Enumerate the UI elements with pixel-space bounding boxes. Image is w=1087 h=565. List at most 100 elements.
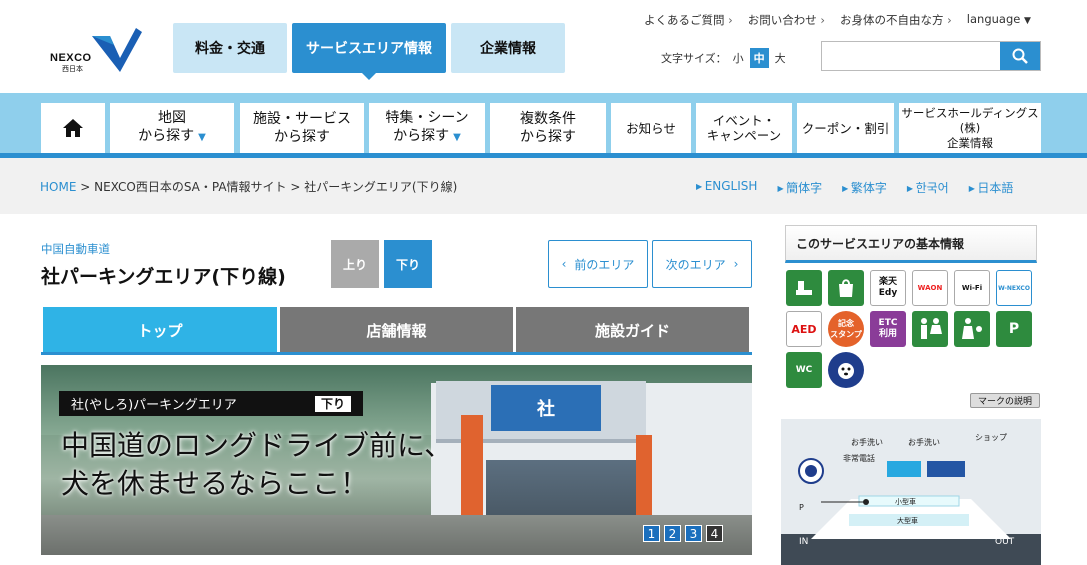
nav-feature-line1: 特集・シーン [385, 110, 469, 126]
tab-shop-info[interactable]: 店舗情報 [280, 307, 513, 353]
nav-home[interactable] [41, 103, 105, 153]
global-tab-fare[interactable]: 料金・交通 [173, 23, 287, 73]
prev-area-label: 前のエリア [574, 257, 635, 272]
nav-news[interactable]: お知らせ [611, 103, 691, 153]
hero-headline-line2: 犬を休ませるならここ！ [61, 467, 369, 500]
nav-holdings[interactable]: サービスホールディングス(株) 企業情報 [899, 103, 1041, 153]
direction-down-button[interactable]: 下り [384, 240, 432, 288]
map-label-large-car: 大型車 [897, 517, 918, 525]
aed-icon[interactable]: AED [786, 311, 822, 347]
next-area-button[interactable]: 次のエリア › [652, 240, 752, 288]
marks-explanation-button[interactable]: マークの説明 [970, 393, 1040, 408]
accessible-toilet-icon[interactable]: WC [786, 352, 822, 388]
shop-icon[interactable] [828, 270, 864, 306]
map-label-out: OUT [995, 537, 1015, 547]
baby-room-icon[interactable] [954, 311, 990, 347]
font-size-small[interactable]: 小 [733, 50, 744, 66]
nav-coupon-label: クーポン・割引 [801, 120, 890, 136]
wifi-icon[interactable]: Wi-Fi [954, 270, 990, 306]
nav-coupon[interactable]: クーポン・割引 [797, 103, 894, 153]
search-box [821, 41, 1041, 71]
nav-multi-line1: 複数条件 [520, 111, 576, 127]
nav-map-line2: から探す [138, 128, 195, 144]
road-name[interactable]: 中国自動車道 [41, 241, 110, 257]
logo-v-mark [92, 28, 142, 72]
tab-underline [41, 352, 752, 355]
nexco-logo[interactable]: NEXCO 西日本 [50, 26, 142, 74]
page-title: 社パーキングエリア(下り線) [41, 266, 286, 288]
lang-simplified[interactable]: 簡体字 [777, 179, 822, 196]
language-selector[interactable]: language ▼ [967, 12, 1031, 28]
nexco-wifi-icon[interactable]: W-NEXCO [996, 270, 1032, 306]
dog-run-icon[interactable] [828, 352, 864, 388]
map-label-phone: 非常電話 [843, 454, 875, 463]
next-area-label: 次のエリア [665, 257, 726, 272]
nav-multi-line2: から探す [520, 129, 576, 145]
slide-page-3[interactable]: 3 [685, 525, 702, 542]
waon-icon[interactable]: WAON [912, 270, 948, 306]
map-label-in: IN [799, 537, 809, 547]
logo-sub: 西日本 [62, 65, 83, 73]
slide-page-2[interactable]: 2 [664, 525, 681, 542]
language-links: ENGLISH 簡体字 繁体字 한국어 日本語 [696, 179, 1014, 196]
nav-feature[interactable]: 特集・シーン から探す ▼ [369, 103, 485, 153]
hero-area-name: 社(やしろ)パーキングエリア [71, 398, 237, 413]
nav-facility-line2: から探す [274, 129, 330, 145]
breadcrumb-current: 社パーキングエリア(下り線) [304, 180, 458, 194]
hero-name-label: 社(やしろ)パーキングエリア 下り [59, 391, 363, 416]
prev-area-button[interactable]: ‹ 前のエリア [548, 240, 648, 288]
lang-english[interactable]: ENGLISH [696, 179, 758, 196]
lang-traditional[interactable]: 繁体字 [842, 179, 887, 196]
map-label-small-car: 小型車 [895, 498, 916, 506]
accessibility-link[interactable]: お身体の不自由な方 [840, 12, 952, 28]
map-toilet-block [887, 461, 921, 477]
search-icon [1012, 48, 1028, 64]
nav-map[interactable]: 地図 から探す ▼ [110, 103, 234, 153]
chevron-right-icon: › [733, 257, 739, 271]
restroom-icon[interactable] [786, 270, 822, 306]
nav-multi[interactable]: 複数条件 から探す [490, 103, 606, 153]
global-tab-corporate[interactable]: 企業情報 [451, 23, 565, 73]
slide-pager: 1 2 3 4 [643, 525, 723, 542]
search-input[interactable] [822, 42, 1000, 70]
nav-feature-line2: から探す [393, 128, 450, 144]
language-label: language [966, 12, 1021, 26]
lang-korean[interactable]: 한국어 [907, 179, 949, 196]
hero-slideshow[interactable]: 社 社(やしろ)パーキングエリア 下り 中国道のロングドライブ前に、 犬を休ませ… [41, 365, 752, 555]
stamp-icon[interactable]: 記念 スタンプ [828, 311, 864, 347]
map-label-shop: ショップ [975, 433, 1007, 442]
hero-headline: 中国道のロングドライブ前に、 犬を休ませるならここ！ [61, 427, 452, 503]
map-label-toilet1: お手洗い [851, 438, 883, 447]
contact-link[interactable]: お問い合わせ [748, 12, 825, 28]
breadcrumb: HOME > NEXCO西日本のSA・PA情報サイト > 社パーキングエリア(下… [40, 178, 457, 195]
etc-icon[interactable]: ETC 利用 [870, 311, 906, 347]
accessible-parking-icon[interactable]: P [996, 311, 1032, 347]
hero-sign: 社 [491, 385, 601, 431]
toilet-icon[interactable] [912, 311, 948, 347]
global-tab-service-area[interactable]: サービスエリア情報 [292, 23, 446, 80]
faq-link[interactable]: よくあるご質問 [644, 12, 733, 28]
search-button[interactable] [1000, 42, 1040, 70]
tab-facility-guide[interactable]: 施設ガイド [516, 307, 749, 353]
breadcrumb-site[interactable]: NEXCO西日本のSA・PA情報サイト [94, 180, 286, 194]
nav-holdings-line2: 企業情報 [947, 135, 993, 150]
breadcrumb-sep: > [76, 180, 95, 194]
map-shop-block [927, 461, 965, 477]
nav-holdings-line1: サービスホールディングス(株) [901, 105, 1039, 135]
direction-up-button[interactable]: 上り [331, 240, 379, 288]
rakuten-edy-icon[interactable]: 楽天 Edy [870, 270, 906, 306]
lang-japanese[interactable]: 日本語 [969, 179, 1013, 196]
font-size-large[interactable]: 大 [775, 50, 786, 66]
chevron-down-icon: ▼ [1024, 16, 1031, 26]
breadcrumb-sep: > [286, 180, 305, 194]
font-size-medium[interactable]: 中 [749, 48, 769, 68]
nav-facility[interactable]: 施設・サービス から探す [240, 103, 364, 153]
nav-facility-line1: 施設・サービス [253, 111, 351, 127]
tab-top[interactable]: トップ [43, 307, 277, 353]
facility-map[interactable]: お手洗い お手洗い ショップ 非常電話 小型車 大型車 P IN OUT [781, 419, 1041, 565]
home-icon [63, 119, 83, 137]
breadcrumb-home[interactable]: HOME [40, 180, 76, 194]
slide-page-4[interactable]: 4 [706, 525, 723, 542]
slide-page-1[interactable]: 1 [643, 525, 660, 542]
nav-event[interactable]: イベント・ キャンペーン [696, 103, 792, 153]
